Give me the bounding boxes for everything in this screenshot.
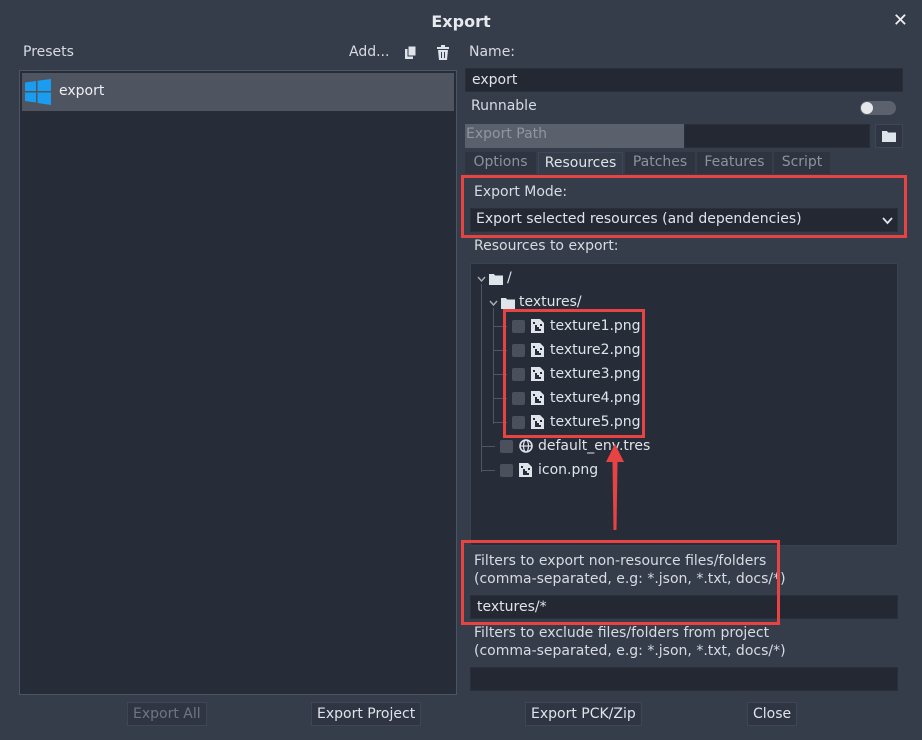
include-filters-line2: (comma-separated, e.g: *.json, *.txt, do… [474, 571, 786, 587]
preset-name: export [59, 83, 105, 99]
tab-features[interactable]: Features [697, 152, 772, 174]
texture5-checkbox[interactable] [512, 416, 525, 429]
chevron-down-icon [882, 217, 893, 225]
export-path-label-box: Export Path [465, 124, 684, 148]
tree-line [481, 446, 495, 447]
name-input[interactable]: export [465, 68, 903, 92]
default-env-checkbox[interactable] [500, 440, 513, 453]
tree-line [493, 326, 507, 327]
export-all-button[interactable]: Export All [127, 702, 207, 726]
runnable-toggle[interactable] [860, 101, 896, 115]
texture4-label[interactable]: texture4.png [550, 390, 641, 406]
icon-png-checkbox[interactable] [500, 464, 513, 477]
dialog-title: Export [431, 12, 491, 31]
title-bar: Export ✕ [0, 0, 922, 44]
export-mode-label: Export Mode: [474, 184, 568, 200]
include-filters-line1: Filters to export non-resource files/fol… [474, 553, 767, 569]
tree-line [493, 350, 507, 351]
texture2-checkbox[interactable] [512, 344, 525, 357]
trash-icon[interactable] [435, 45, 451, 61]
add-preset-button[interactable]: Add... [349, 44, 389, 60]
folder-icon [882, 131, 896, 142]
texture3-checkbox[interactable] [512, 368, 525, 381]
include-filters-input[interactable]: textures/* [470, 595, 898, 619]
export-mode-select[interactable]: Export selected resources (and dependenc… [470, 208, 898, 232]
image-file-icon [531, 391, 544, 405]
annotation-arrow [606, 444, 624, 530]
export-mode-value: Export selected resources (and dependenc… [476, 211, 802, 227]
include-filters-label: Filters to export non-resource files/fol… [474, 552, 786, 588]
texture4-checkbox[interactable] [512, 392, 525, 405]
texture1-label[interactable]: texture1.png [550, 318, 641, 334]
browse-folder-button[interactable] [875, 124, 903, 148]
runnable-label: Runnable [471, 98, 537, 114]
texture3-label[interactable]: texture3.png [550, 366, 641, 382]
export-dialog: Export ✕ Presets Add... export Name: exp… [0, 0, 922, 740]
tree-line [481, 284, 482, 472]
export-path-label: Export Path [466, 126, 548, 142]
windows-logo-icon [25, 79, 51, 105]
preset-item[interactable]: export [22, 73, 454, 111]
close-icon[interactable]: ✕ [893, 10, 908, 31]
chevron-down-icon [489, 300, 498, 306]
image-file-icon [531, 343, 544, 357]
exclude-filters-line2: (comma-separated, e.g: *.json, *.txt, do… [474, 643, 786, 659]
close-button[interactable]: Close [747, 702, 798, 726]
default-env-label[interactable]: default_env.tres [538, 438, 650, 454]
chevron-down-icon [477, 276, 486, 282]
presets-label: Presets [23, 44, 74, 60]
folder-icon [489, 274, 503, 285]
exclude-filters-line1: Filters to exclude files/folders from pr… [474, 625, 770, 641]
resources-label: Resources to export: [474, 238, 619, 254]
image-file-icon [531, 367, 544, 381]
tree-line [493, 422, 507, 423]
tree-line [481, 470, 495, 471]
texture5-label[interactable]: texture5.png [550, 414, 641, 430]
exclude-filters-input[interactable] [470, 667, 898, 691]
tree-line [493, 374, 507, 375]
icon-png-label[interactable]: icon.png [538, 462, 598, 478]
export-pck-zip-button[interactable]: Export PCK/Zip [525, 702, 642, 726]
image-file-icon [531, 415, 544, 429]
tree-folder-label[interactable]: textures/ [519, 294, 582, 310]
tree-line [493, 398, 507, 399]
duplicate-icon[interactable] [403, 45, 419, 61]
globe-icon [519, 439, 533, 453]
export-path-input[interactable] [684, 124, 870, 148]
tree-root-label[interactable]: / [507, 270, 512, 286]
folder-icon [501, 298, 515, 309]
export-project-button[interactable]: Export Project [311, 702, 422, 726]
texture2-label[interactable]: texture2.png [550, 342, 641, 358]
name-label: Name: [469, 44, 516, 60]
resource-tree: / textures/ texture1.png texture2.png te… [470, 263, 898, 546]
toggle-knob [861, 102, 873, 114]
tab-script[interactable]: Script [774, 152, 830, 174]
image-file-icon [519, 463, 532, 477]
presets-list: export [19, 70, 457, 695]
texture1-checkbox[interactable] [512, 320, 525, 333]
exclude-filters-label: Filters to exclude files/folders from pr… [474, 624, 786, 660]
include-filters-value: textures/* [477, 599, 547, 615]
image-file-icon [531, 319, 544, 333]
tab-resources[interactable]: Resources [538, 152, 623, 174]
name-value: export [472, 72, 518, 88]
tab-options[interactable]: Options [465, 152, 536, 174]
tab-patches[interactable]: Patches [625, 152, 695, 174]
